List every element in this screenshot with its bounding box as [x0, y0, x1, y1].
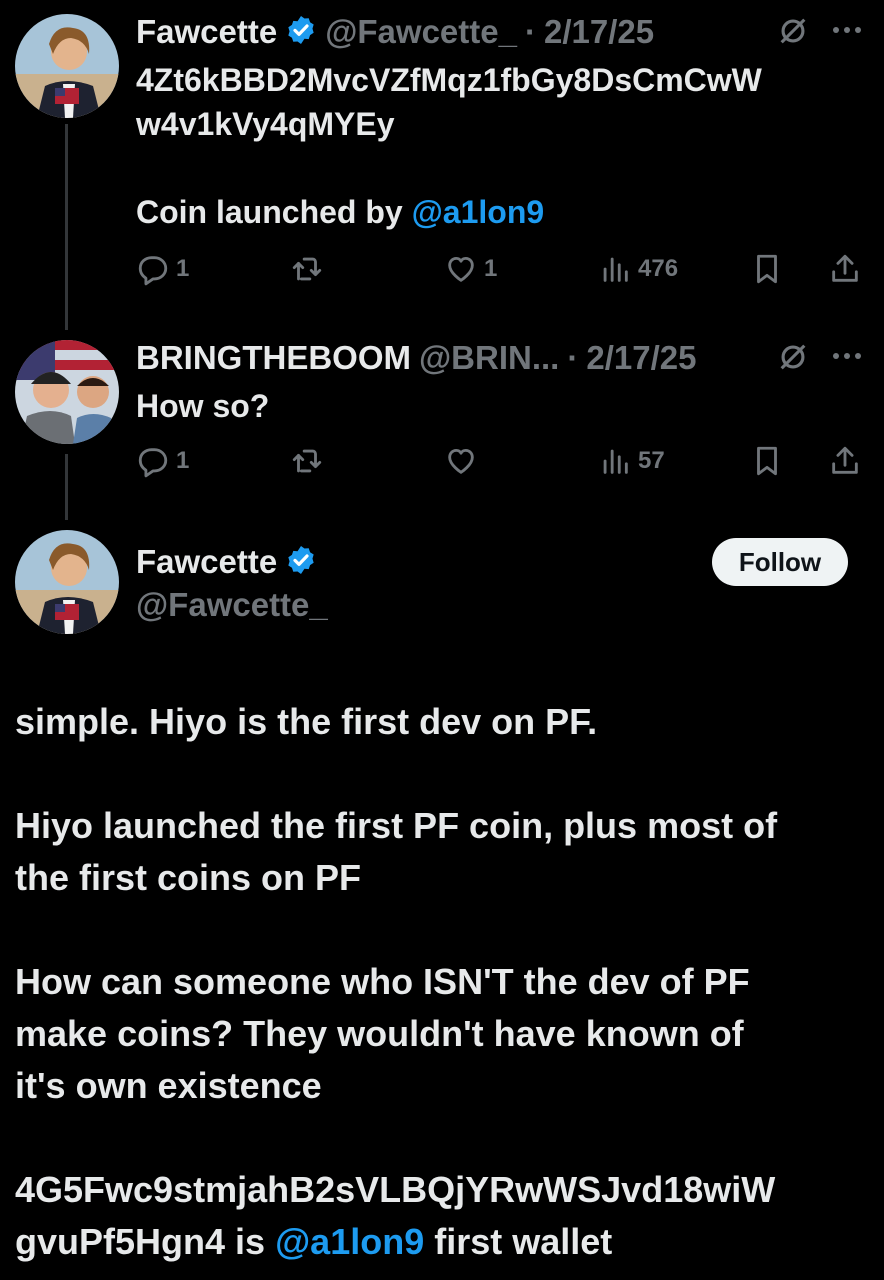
main-p3-l1: How can someone who ISN'T the dev of PF	[15, 961, 750, 1002]
tweet1-view-count: 476	[638, 255, 679, 282]
main-p2-l1: Hiyo launched the first PF coin, plus mo…	[15, 805, 778, 846]
tweet1-like-button[interactable]: 1	[444, 252, 497, 286]
tweet2-handle[interactable]: @BRIN...	[419, 339, 559, 377]
tweet2-like-button[interactable]	[444, 444, 484, 478]
main-p3-l2: make coins? They wouldn't have known of	[15, 1013, 744, 1054]
main-p1: simple. Hiyo is the first dev on PF.	[15, 701, 598, 742]
tweet1-like-count: 1	[484, 255, 498, 282]
main-name-row: Fawcette	[136, 540, 317, 584]
tweet2-reply-button[interactable]: 1	[136, 444, 189, 478]
like-icon	[448, 448, 474, 474]
follow-button[interactable]: Follow	[712, 538, 848, 586]
thread-line	[65, 124, 68, 330]
tweet1-line3: Coin launched by @a1lon9	[136, 190, 876, 234]
tweet1-line1: 4Zt6kBBD2MvcVZfMqz1fbGy8DsCmCwW	[136, 62, 762, 98]
tweet1-date[interactable]: 2/17/25	[544, 13, 654, 51]
tweet1-reply-button[interactable]: 1	[136, 252, 189, 286]
main-handle[interactable]: @Fawcette_	[136, 586, 328, 624]
tweet1-views-button[interactable]: 476	[598, 252, 678, 286]
tweet2-header: BRINGTHEBOOM @BRIN... · 2/17/25	[136, 336, 696, 380]
avatar-fawcette-main[interactable]	[15, 530, 119, 634]
tweet2-views-button[interactable]: 57	[598, 444, 665, 478]
tweet1-line3-text: Coin launched by	[136, 194, 412, 230]
more-icon[interactable]	[830, 20, 864, 45]
tweet2-name[interactable]: BRINGTHEBOOM	[136, 339, 411, 377]
bookmark-icon	[757, 254, 777, 284]
main-p3-l3: it's own existence	[15, 1065, 322, 1106]
tweet2-date[interactable]: 2/17/25	[586, 339, 696, 377]
share-icon	[832, 446, 858, 474]
reply-icon	[138, 256, 168, 286]
main-p4-l1: 4G5Fwc9stmjahB2sVLBQjYRwWSJvd18wiW	[15, 1169, 776, 1210]
verified-icon	[285, 14, 317, 51]
tweet1-sep: ·	[524, 13, 536, 50]
tweet1-name[interactable]: Fawcette	[136, 13, 277, 51]
main-tweet-body: simple. Hiyo is the first dev on PF. Hiy…	[15, 696, 875, 1268]
tweet1-reply-count: 1	[176, 255, 190, 282]
main-p4-l2: gvuPf5Hgn4 is @a1lon9 first wallet	[15, 1216, 875, 1268]
tweet2-view-count: 57	[638, 447, 665, 474]
main-p2-l2: the first coins on PF	[15, 857, 362, 898]
tweet2-text: How so?	[136, 388, 270, 424]
tweet1-retweet-button[interactable]	[290, 252, 330, 286]
views-icon	[603, 449, 628, 474]
tweet1-header: Fawcette @Fawcette_ · 2/17/25	[136, 10, 654, 54]
tweet1-bookmark-button[interactable]	[750, 252, 784, 286]
main-p4-prefix: gvuPf5Hgn4 is	[15, 1221, 276, 1262]
grok-icon[interactable]	[776, 14, 810, 53]
tweet2-sep: ·	[567, 339, 579, 376]
grok-icon[interactable]	[776, 340, 810, 379]
tweet1-handle[interactable]: @Fawcette_	[325, 13, 517, 51]
reply-icon	[138, 448, 168, 478]
tweet1-mention[interactable]: @a1lon9	[412, 194, 545, 230]
views-icon	[603, 257, 628, 282]
retweet-icon	[292, 449, 322, 473]
tweet2-bookmark-button[interactable]	[750, 444, 784, 478]
thread-line	[65, 454, 68, 520]
verified-icon	[285, 544, 317, 581]
main-p4-suffix: first wallet	[424, 1221, 613, 1262]
tweet1-text: 4Zt6kBBD2MvcVZfMqz1fbGy8DsCmCwW w4v1kVy4…	[136, 58, 876, 234]
more-icon[interactable]	[830, 346, 864, 371]
tweet2-reply-count: 1	[176, 447, 190, 474]
bookmark-icon	[757, 446, 777, 476]
main-mention[interactable]: @a1lon9	[275, 1221, 424, 1262]
tweet2-share-button[interactable]	[828, 444, 862, 478]
like-icon	[448, 256, 474, 282]
retweet-icon	[292, 257, 322, 281]
tweet1-line2: w4v1kVy4qMYEy	[136, 106, 395, 142]
avatar-bringtheboom[interactable]	[15, 340, 119, 444]
avatar-fawcette[interactable]	[15, 14, 119, 118]
share-icon	[832, 254, 858, 282]
tweet1-share-button[interactable]	[828, 252, 862, 286]
main-name[interactable]: Fawcette	[136, 543, 277, 581]
tweet2-retweet-button[interactable]	[290, 444, 330, 478]
